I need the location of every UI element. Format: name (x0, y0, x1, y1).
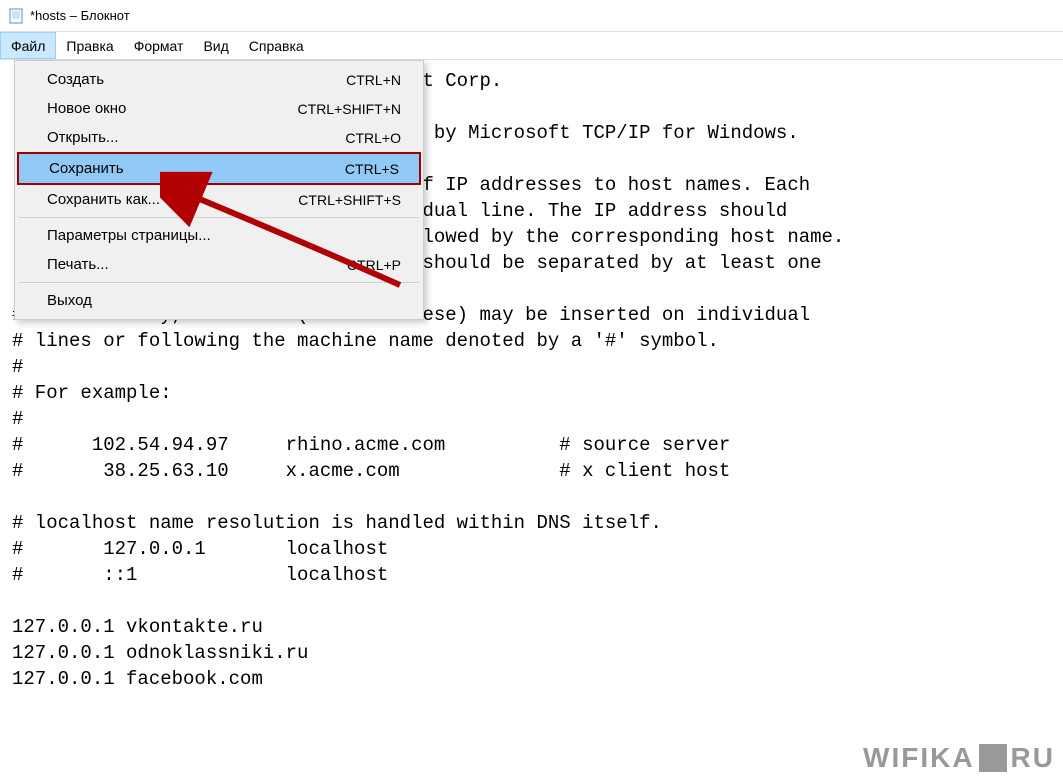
menu-item-label: Сохранить (49, 160, 345, 177)
notepad-icon (8, 8, 24, 24)
menu-item-label: Параметры страницы... (47, 227, 401, 244)
menu-item-shortcut: CTRL+P (347, 257, 401, 273)
menu-edit[interactable]: Правка (56, 32, 123, 59)
menu-file[interactable]: Файл (0, 32, 56, 59)
qr-icon (979, 744, 1007, 772)
menu-item-label: Новое окно (47, 100, 298, 117)
menu-print[interactable]: Печать... CTRL+P (17, 250, 421, 279)
watermark-text: WIFIKA (863, 742, 975, 774)
menu-save[interactable]: Сохранить CTRL+S (17, 152, 421, 185)
menu-format[interactable]: Формат (124, 32, 194, 59)
menu-separator (19, 217, 419, 218)
menu-new-window[interactable]: Новое окно CTRL+SHIFT+N (17, 94, 421, 123)
menu-separator (19, 282, 419, 283)
window-title: *hosts – Блокнот (30, 8, 130, 23)
watermark-text-suffix: RU (1011, 742, 1055, 774)
menu-item-shortcut: CTRL+S (345, 161, 399, 177)
titlebar: *hosts – Блокнот (0, 0, 1063, 32)
menu-new[interactable]: Создать CTRL+N (17, 65, 421, 94)
menu-item-shortcut: CTRL+SHIFT+N (298, 101, 401, 117)
menu-page-setup[interactable]: Параметры страницы... (17, 221, 421, 250)
menu-save-as[interactable]: Сохранить как... CTRL+SHIFT+S (17, 185, 421, 214)
menu-item-shortcut: CTRL+O (345, 130, 401, 146)
menu-item-label: Открыть... (47, 129, 345, 146)
menu-open[interactable]: Открыть... CTRL+O (17, 123, 421, 152)
menu-exit[interactable]: Выход (17, 286, 421, 315)
menu-help[interactable]: Справка (239, 32, 314, 59)
menu-item-label: Создать (47, 71, 346, 88)
file-menu-dropdown: Создать CTRL+N Новое окно CTRL+SHIFT+N О… (14, 60, 424, 320)
menubar: Файл Правка Формат Вид Справка (0, 32, 1063, 60)
menu-view[interactable]: Вид (193, 32, 238, 59)
menu-item-shortcut: CTRL+N (346, 72, 401, 88)
watermark: WIFIKA RU (863, 742, 1055, 774)
menu-item-label: Выход (47, 292, 401, 309)
menu-item-label: Сохранить как... (47, 191, 298, 208)
menu-item-shortcut: CTRL+SHIFT+S (298, 192, 401, 208)
menu-item-label: Печать... (47, 256, 347, 273)
